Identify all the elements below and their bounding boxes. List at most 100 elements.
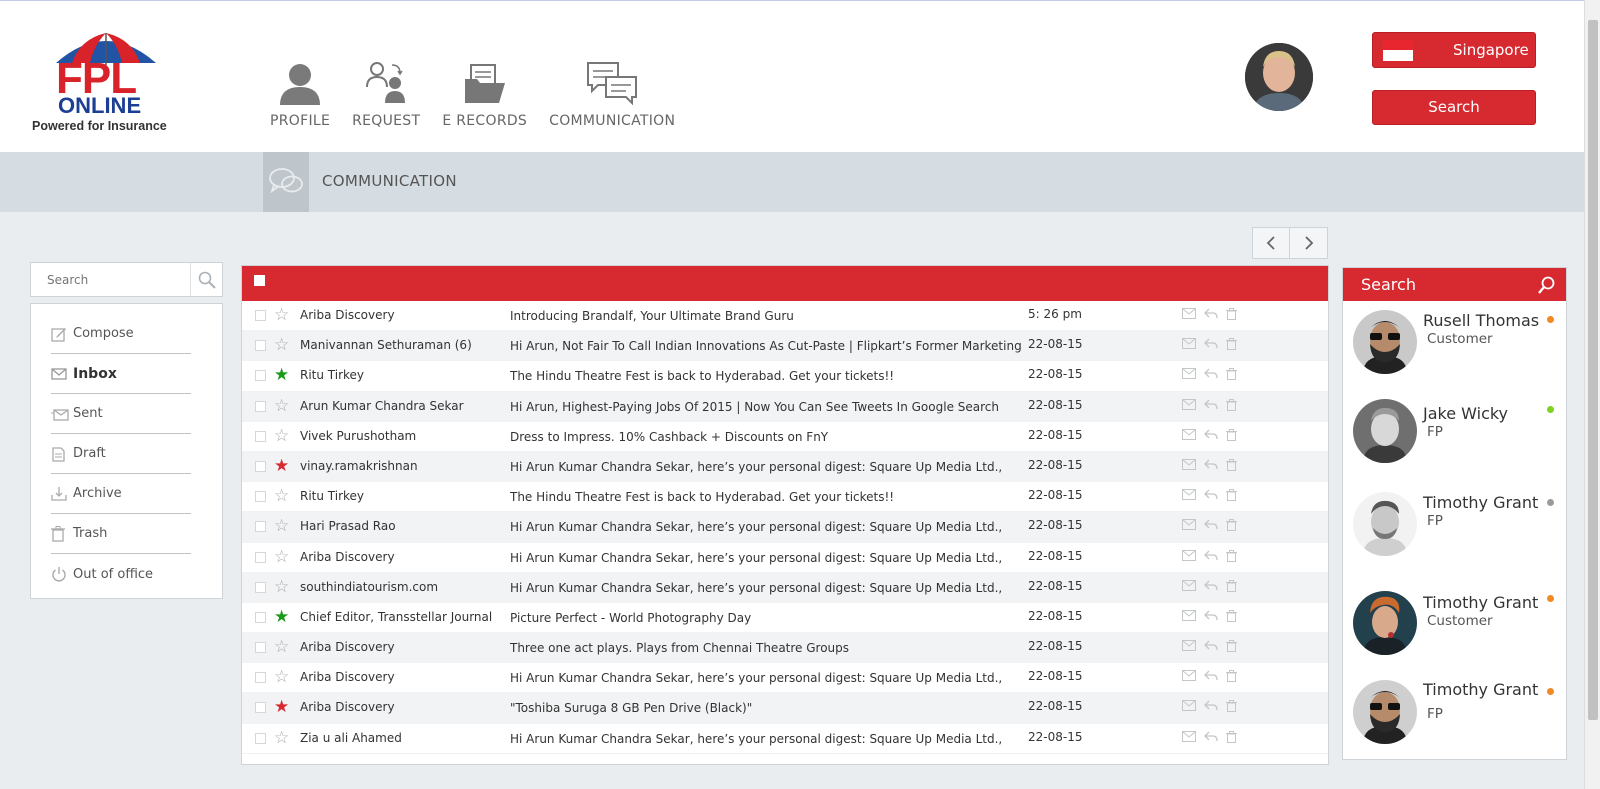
mail-row[interactable]: ☆ Ariba Discovery Introducing Brandalf, Yo… — [242, 301, 1328, 332]
mail-checkbox[interactable] — [255, 430, 266, 442]
mail-search-input[interactable] — [31, 263, 191, 296]
header-search-button[interactable]: Search — [1372, 90, 1536, 125]
star-icon[interactable]: ☆ — [274, 667, 289, 687]
delete-icon[interactable] — [1226, 640, 1237, 653]
star-icon[interactable]: ★ — [274, 456, 289, 476]
user-avatar[interactable] — [1245, 43, 1313, 111]
star-icon[interactable]: ☆ — [274, 516, 289, 536]
reply-icon[interactable] — [1204, 610, 1218, 622]
scrollbar-thumb[interactable] — [1588, 20, 1598, 720]
mail-row[interactable]: ☆ Manivannan Sethuraman (6) Hi Arun, Not F… — [242, 331, 1328, 362]
delete-icon[interactable] — [1226, 549, 1237, 562]
star-icon[interactable]: ☆ — [274, 335, 289, 355]
reply-icon[interactable] — [1204, 489, 1218, 501]
folder-draft[interactable]: Draft — [51, 434, 191, 474]
mail-checkbox[interactable] — [255, 370, 266, 382]
mail-row[interactable]: ★ Ariba Discovery "Toshiba Suruga 8 GB Pen… — [242, 693, 1328, 724]
prev-page-button[interactable] — [1253, 228, 1291, 258]
reply-icon[interactable] — [1204, 399, 1218, 411]
star-icon[interactable]: ☆ — [274, 486, 289, 506]
mark-read-icon[interactable] — [1182, 670, 1196, 682]
delete-icon[interactable] — [1226, 700, 1237, 713]
country-selector[interactable]: Singapore — [1372, 32, 1536, 68]
mail-row[interactable]: ☆ Vivek Purushotham Dress to Impress. 10% … — [242, 422, 1328, 452]
star-icon[interactable]: ☆ — [274, 547, 289, 567]
fpl-logo[interactable]: FPL ONLINE Powered for Insurance — [28, 31, 188, 135]
mail-checkbox[interactable] — [255, 340, 266, 352]
delete-icon[interactable] — [1226, 398, 1237, 411]
reply-icon[interactable] — [1204, 338, 1218, 350]
mail-row[interactable]: ☆ Hari Prasad Rao Hi Arun Kumar Chandra Se… — [242, 512, 1328, 543]
next-page-button[interactable] — [1290, 228, 1327, 258]
delete-icon[interactable] — [1226, 368, 1237, 381]
reply-icon[interactable] — [1204, 368, 1218, 380]
mark-read-icon[interactable] — [1182, 549, 1196, 562]
mail-checkbox[interactable] — [255, 400, 266, 412]
mark-read-icon[interactable] — [1182, 368, 1196, 380]
mail-row[interactable]: ☆ Ariba Discovery Hi Arun Kumar Chandra Se… — [242, 663, 1328, 694]
folder-trash[interactable]: Trash — [51, 514, 191, 554]
star-icon[interactable]: ★ — [274, 365, 289, 385]
mark-read-icon[interactable] — [1182, 700, 1196, 712]
star-icon[interactable]: ★ — [274, 697, 289, 717]
mail-row[interactable]: ★ Chief Editor, Transstellar Journal Pictu… — [242, 603, 1328, 634]
mail-row[interactable]: ☆ Zia u ali Ahamed Hi Arun Kumar Chandra S… — [242, 724, 1328, 754]
reply-icon[interactable] — [1204, 550, 1218, 562]
mail-row[interactable]: ☆ Ariba Discovery Three one act plays. Pla… — [242, 633, 1328, 664]
folder-out-of-office[interactable]: Out of office — [51, 554, 191, 594]
select-all-checkbox[interactable] — [254, 275, 265, 286]
delete-icon[interactable] — [1226, 670, 1237, 683]
mail-checkbox[interactable] — [255, 702, 266, 714]
contact-item[interactable]: Jake Wicky FP — [1343, 394, 1566, 487]
reply-icon[interactable] — [1204, 429, 1218, 441]
mail-checkbox[interactable] — [255, 672, 266, 684]
nav-request[interactable]: REQUEST — [352, 53, 420, 129]
folder-sent[interactable]: Sent — [51, 394, 191, 434]
star-icon[interactable]: ☆ — [274, 305, 289, 325]
mark-read-icon[interactable] — [1182, 609, 1196, 622]
mail-checkbox[interactable] — [255, 642, 266, 654]
reply-icon[interactable] — [1204, 308, 1218, 320]
nav-profile[interactable]: PROFILE — [270, 53, 330, 129]
reply-icon[interactable] — [1204, 731, 1218, 743]
delete-icon[interactable] — [1226, 730, 1237, 743]
delete-icon[interactable] — [1226, 519, 1237, 532]
contact-item[interactable]: Timothy Grant Customer — [1343, 580, 1566, 673]
delete-icon[interactable] — [1226, 308, 1237, 320]
nav-erecords[interactable]: E RECORDS — [442, 53, 527, 129]
contacts-search[interactable]: Search — [1343, 268, 1566, 301]
folder-compose[interactable]: Compose — [51, 314, 191, 354]
star-icon[interactable]: ★ — [274, 607, 289, 627]
mark-read-icon[interactable] — [1182, 428, 1196, 441]
contact-item[interactable]: Timothy Grant FP — [1343, 487, 1566, 580]
delete-icon[interactable] — [1226, 579, 1237, 592]
mail-row[interactable]: ★ vinay.ramakrishnan Hi Arun Kumar Chandra… — [242, 451, 1328, 483]
folder-archive[interactable]: Archive — [51, 474, 191, 514]
delete-icon[interactable] — [1226, 489, 1237, 502]
reply-icon[interactable] — [1204, 459, 1218, 471]
reply-icon[interactable] — [1204, 640, 1218, 652]
mail-checkbox[interactable] — [255, 551, 266, 563]
delete-icon[interactable] — [1226, 609, 1237, 622]
contact-item[interactable]: Rusell Thomas Customer — [1343, 301, 1566, 394]
delete-icon[interactable] — [1226, 458, 1237, 471]
mail-search-button[interactable] — [190, 263, 222, 296]
mark-read-icon[interactable] — [1182, 640, 1196, 652]
mail-row[interactable]: ☆ Arun Kumar Chandra Sekar Hi Arun, Highes… — [242, 391, 1328, 422]
mail-row[interactable]: ☆ southindiatourism.com Hi Arun Kumar Chan… — [242, 572, 1328, 603]
reply-icon[interactable] — [1204, 700, 1218, 712]
mark-read-icon[interactable] — [1182, 730, 1196, 743]
reply-icon[interactable] — [1204, 580, 1218, 592]
star-icon[interactable]: ☆ — [274, 637, 289, 657]
nav-communication[interactable]: COMMUNICATION — [549, 53, 675, 129]
mail-checkbox[interactable] — [255, 581, 266, 593]
page-scrollbar[interactable] — [1584, 0, 1600, 789]
mark-read-icon[interactable] — [1182, 489, 1196, 501]
mail-checkbox[interactable] — [255, 521, 266, 533]
star-icon[interactable]: ☆ — [274, 728, 289, 748]
star-icon[interactable]: ☆ — [274, 426, 289, 446]
mail-checkbox[interactable] — [255, 460, 266, 472]
mail-row[interactable]: ★ Ritu Tirkey The Hindu Theatre Fest is ba… — [242, 361, 1328, 392]
delete-icon[interactable] — [1226, 428, 1237, 441]
reply-icon[interactable] — [1204, 670, 1218, 682]
